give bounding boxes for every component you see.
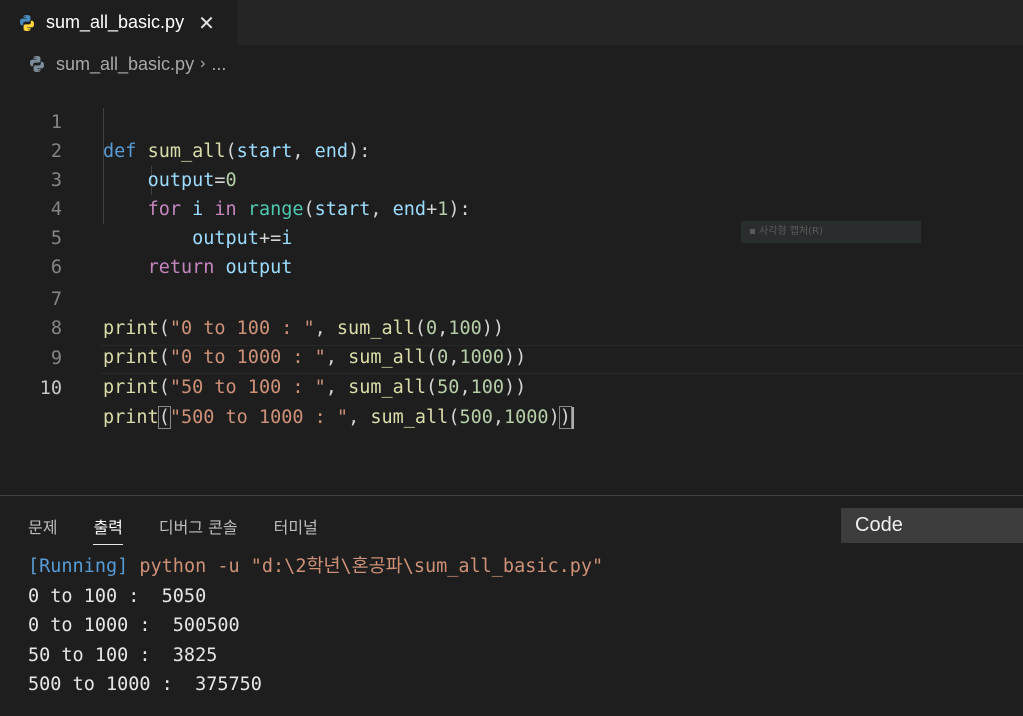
tab-output[interactable]: 출력 xyxy=(93,514,123,545)
capture-hint-icon: ▪ xyxy=(749,226,759,237)
code-line: 3 for i in range(start, end+1): xyxy=(0,137,1023,220)
breadcrumb: sum_all_basic.py › ... xyxy=(28,51,226,77)
capture-hint-tooltip: ▪ 사각형 캡처(R) xyxy=(741,221,921,243)
code-line: 7 print("0 to 100 : ", sum_all(0,100)) xyxy=(0,256,1023,339)
chevron-right-icon: › xyxy=(200,55,206,72)
code-line: 5 return output xyxy=(0,195,1023,278)
tab-terminal[interactable]: 터미널 xyxy=(274,514,318,545)
tab-problems[interactable]: 문제 xyxy=(28,514,57,545)
python-icon xyxy=(20,14,34,31)
code-line: 9 print("50 to 100 : ", sum_all(50,100)) xyxy=(0,315,1023,398)
editor-tab-bar: sum_all_basic.py ✕ xyxy=(0,0,1023,45)
running-tag: [Running] xyxy=(28,556,129,577)
output-line: 0 to 1000 : 500500 xyxy=(28,615,240,636)
code-line: 4 output+=i xyxy=(0,166,1023,249)
output-line: 500 to 1000 : 375750 xyxy=(28,674,262,695)
code-line: 8 print("0 to 1000 : ", sum_all(0,1000)) xyxy=(0,285,1023,368)
output-line: 0 to 100 : 5050 xyxy=(28,586,207,607)
panel-tab-bar: 문제 출력 디버그 콘솔 터미널 xyxy=(28,514,354,545)
output-channel-select[interactable]: Code xyxy=(841,508,1023,543)
output-line: 50 to 100 : 3825 xyxy=(28,645,218,666)
code-line: 10 print("500 to 1000 : ", sum_all(500,1… xyxy=(0,345,1023,429)
breadcrumb-file[interactable]: sum_all_basic.py xyxy=(56,54,194,75)
editor-tab-sum-all-basic[interactable]: sum_all_basic.py ✕ xyxy=(0,0,237,45)
tab-file-name: sum_all_basic.py xyxy=(46,12,185,32)
python-icon xyxy=(30,56,44,72)
code-line: 1 def sum_all(start, end): xyxy=(0,79,1023,162)
tab-debug-console[interactable]: 디버그 콘솔 xyxy=(159,514,238,545)
text-cursor xyxy=(571,407,574,429)
output-panel: 문제 출력 디버그 콘솔 터미널 Code [Running] python -… xyxy=(0,495,1023,716)
close-icon[interactable]: ✕ xyxy=(198,13,215,33)
breadcrumb-more[interactable]: ... xyxy=(211,54,226,75)
capture-hint-text: 사각형 캡처(R) xyxy=(758,226,823,237)
output-line-running: [Running] python -u "d:\2학년\혼공파\sum_all_… xyxy=(28,552,603,581)
line-number: 10 xyxy=(39,378,62,399)
code-editor[interactable]: 1 def sum_all(start, end): 2 output=0 3 … xyxy=(0,79,1023,494)
code-line: 2 output=0 xyxy=(0,108,1023,191)
run-command: python -u "d:\2학년\혼공파\sum_all_basic.py" xyxy=(128,556,604,577)
